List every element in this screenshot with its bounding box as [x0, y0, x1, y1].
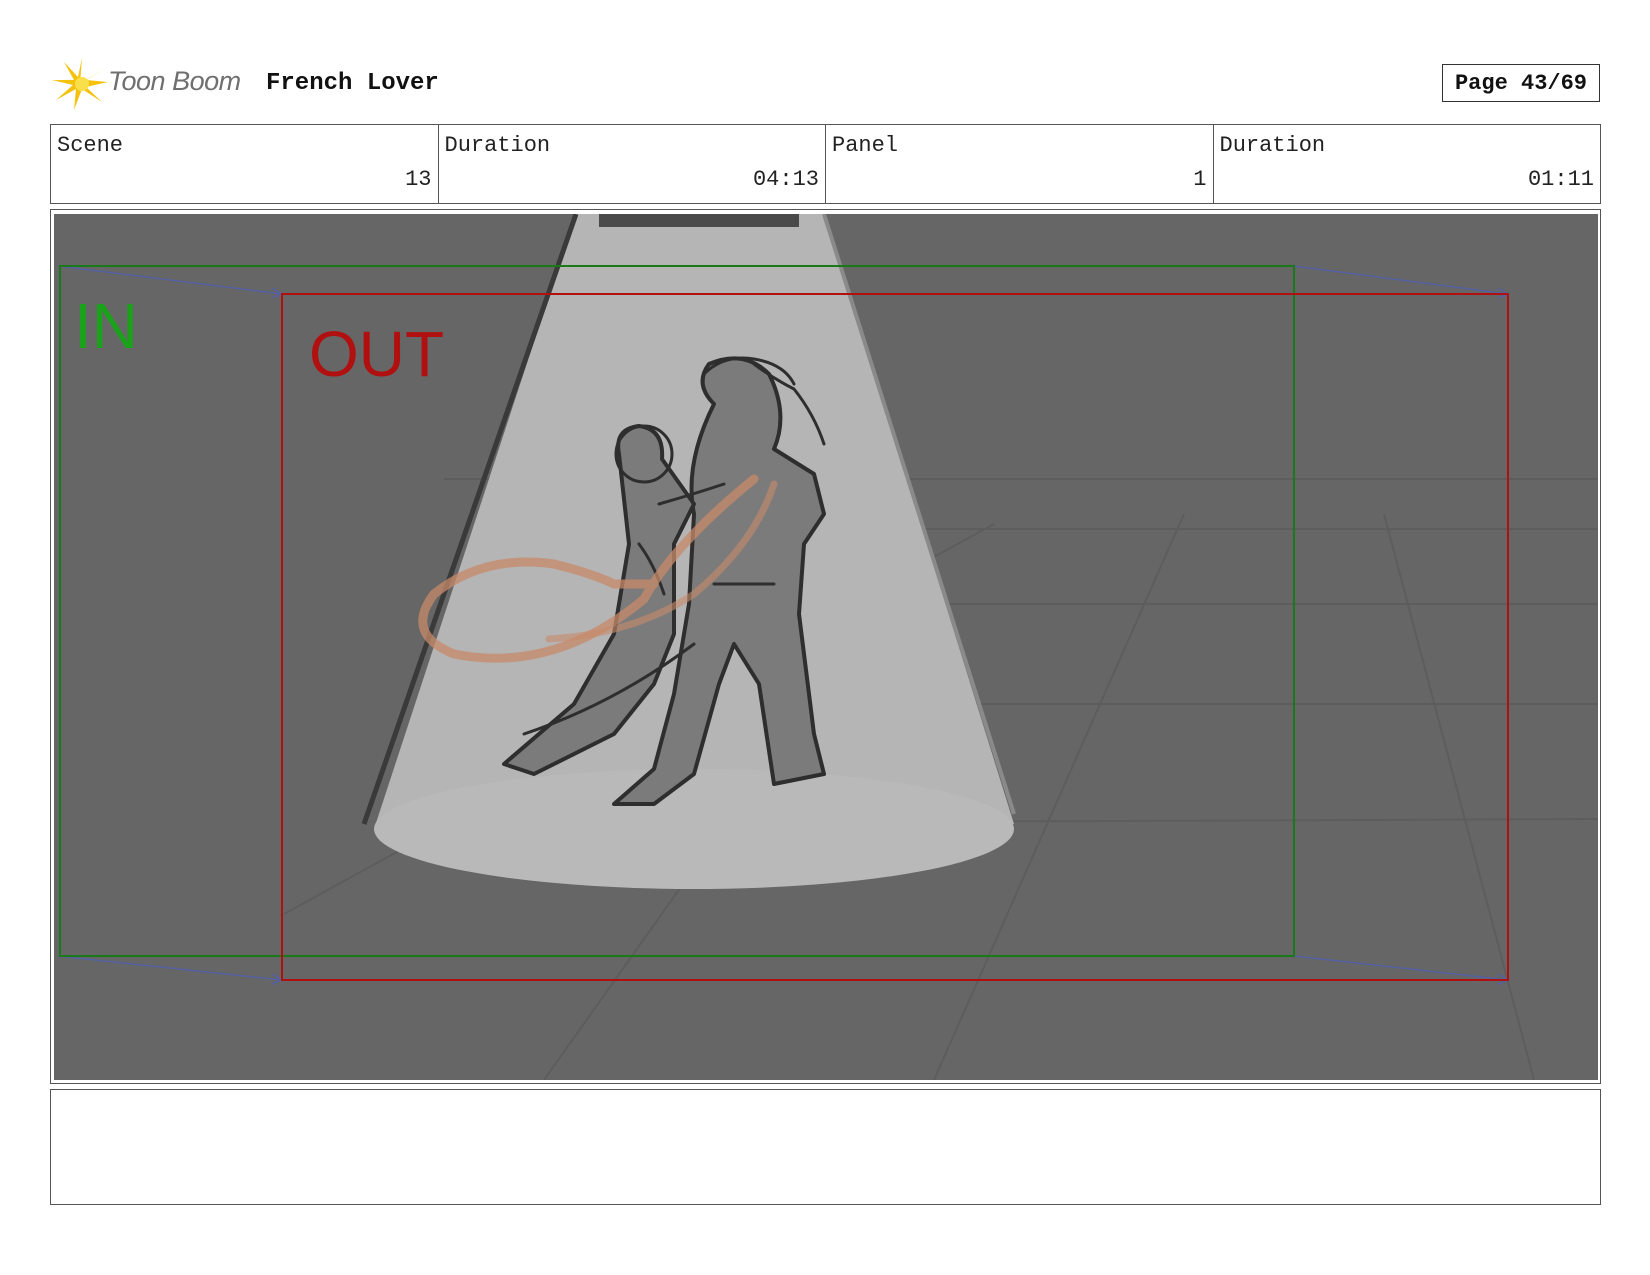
camera-out-label: OUT [309, 318, 445, 390]
toon-boom-logo: Toon Boom [52, 58, 252, 110]
panel-duration-value: 01:11 [1527, 167, 1594, 192]
scene-info-table: Scene 13 Duration 04:13 Panel 1 Duration… [50, 124, 1601, 204]
starburst-icon [52, 58, 108, 110]
panel-label: Panel [832, 133, 899, 158]
page-indicator: Page 43/69 [1442, 64, 1600, 102]
panel-cell: Panel 1 [826, 125, 1214, 203]
panel-duration-cell: Duration 01:11 [1214, 125, 1601, 203]
logo-text: Toon Boom [108, 66, 241, 96]
project-title: French Lover [266, 70, 439, 97]
panel-value: 1 [1193, 167, 1207, 192]
scene-duration-value: 04:13 [752, 167, 819, 192]
scene-duration-cell: Duration 04:13 [439, 125, 826, 203]
camera-in-label: IN [74, 290, 138, 362]
storyboard-sketch [57, 214, 1598, 1080]
storyboard-panel-image: IN OUT [54, 214, 1598, 1080]
scene-label: Scene [57, 133, 124, 158]
scene-value: 13 [405, 167, 432, 192]
panel-notes-box [50, 1089, 1601, 1205]
scene-cell: Scene 13 [51, 125, 439, 203]
scene-duration-label: Duration [444, 133, 551, 158]
panel-duration-label: Duration [1219, 133, 1326, 158]
